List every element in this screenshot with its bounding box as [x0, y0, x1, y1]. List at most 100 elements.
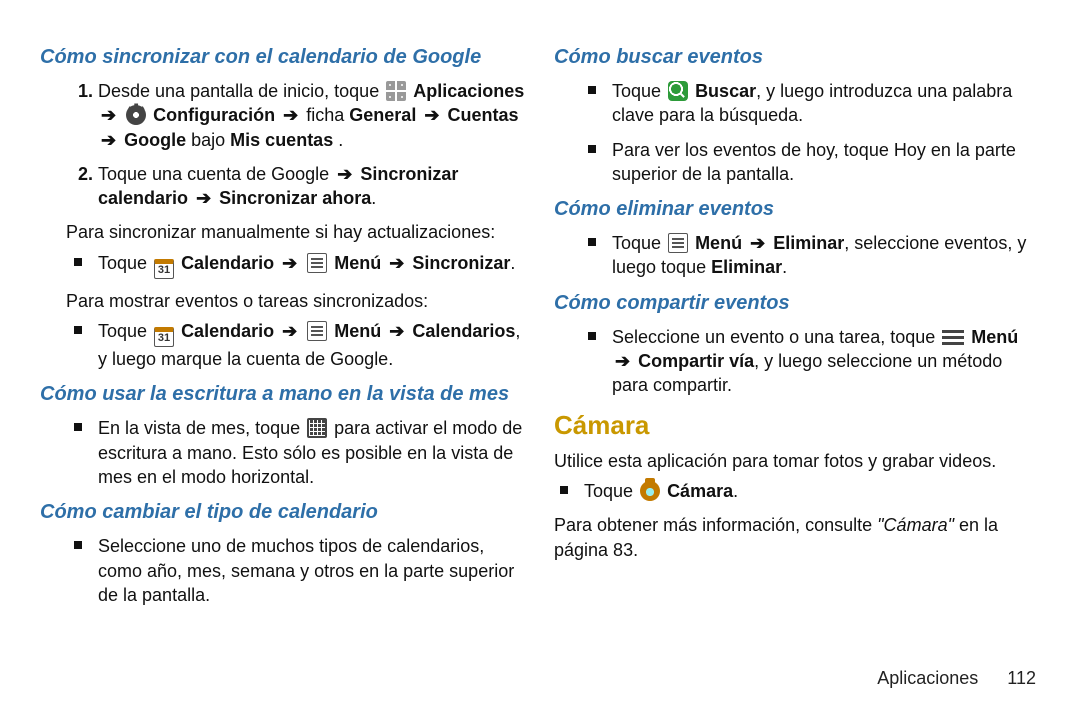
- label-menu: Menú: [334, 321, 381, 341]
- label-mis-cuentas: Mis cuentas: [230, 130, 333, 150]
- text: Para obtener más información, consulte: [554, 515, 877, 535]
- heading-sync-google: Cómo sincronizar con el calendario de Go…: [40, 44, 526, 71]
- label-google: Google: [124, 130, 186, 150]
- text: En la vista de mes, toque: [98, 418, 305, 438]
- arrow-icon: ➔: [421, 105, 442, 125]
- heading-change-calendar-type: Cómo cambiar el tipo de calendario: [40, 499, 526, 526]
- heading-search-events: Cómo buscar eventos: [554, 44, 1040, 71]
- paragraph-show-events: Para mostrar eventos o tareas sincroniza…: [66, 289, 526, 313]
- heading-share-events: Cómo compartir eventos: [554, 290, 1040, 317]
- text: bajo: [191, 130, 230, 150]
- calendar-icon: 31: [154, 327, 174, 347]
- menu-icon: [668, 233, 688, 253]
- label-cuentas: Cuentas: [447, 105, 518, 125]
- footer-page-number: 112: [1007, 668, 1036, 688]
- text: .: [371, 188, 376, 208]
- bullet-list: Toque Menú ➔ Eliminar, seleccione evento…: [554, 231, 1040, 280]
- bullet-list: Toque Buscar, y luego introduzca una pal…: [554, 79, 1040, 186]
- arrow-icon: ➔: [386, 253, 407, 273]
- label-sincronizar: Sincronizar: [412, 253, 510, 273]
- menu-icon: [307, 321, 327, 341]
- arrow-icon: ➔: [193, 188, 214, 208]
- text: Seleccione uno de muchos tipos de calend…: [98, 536, 514, 605]
- paragraph-manual-sync: Para sincronizar manualmente si hay actu…: [66, 220, 526, 244]
- label-calendario: Calendario: [181, 321, 274, 341]
- arrow-icon: ➔: [612, 351, 633, 371]
- numbered-steps: Desde una pantalla de inicio, toque Apli…: [40, 79, 526, 210]
- heading-camara: Cámara: [554, 408, 1040, 443]
- bullet-list: Toque Cámara.: [554, 479, 1040, 503]
- label-camara: Cámara: [667, 481, 733, 501]
- camera-icon: [640, 481, 660, 501]
- heading-delete-events: Cómo eliminar eventos: [554, 196, 1040, 223]
- list-item: Toque Buscar, y luego introduzca una pal…: [612, 79, 1040, 128]
- text: ficha: [306, 105, 349, 125]
- label-menu: Menú: [971, 327, 1018, 347]
- list-item: Seleccione uno de muchos tipos de calend…: [98, 534, 526, 607]
- text: Toque: [98, 321, 152, 341]
- arrow-icon: ➔: [386, 321, 407, 341]
- label-sync-now: Sincronizar ahora: [219, 188, 371, 208]
- bullet-list: En la vista de mes, toque para activar e…: [40, 416, 526, 489]
- label-eliminar: Eliminar: [773, 233, 844, 253]
- text: Desde una pantalla de inicio, toque: [98, 81, 384, 101]
- bullet-list: Toque 31 Calendario ➔ Menú ➔ Calendarios…: [40, 319, 526, 371]
- arrow-icon: ➔: [747, 233, 768, 253]
- list-item: Para ver los eventos de hoy, toque Hoy e…: [612, 138, 1040, 187]
- footer-section: Aplicaciones: [877, 668, 978, 688]
- right-column: Cómo buscar eventos Toque Buscar, y lueg…: [554, 40, 1040, 617]
- link-camara-page[interactable]: "Cámara": [877, 515, 954, 535]
- list-item: Toque 31 Calendario ➔ Menú ➔ Calendarios…: [98, 319, 526, 371]
- heading-handwriting: Cómo usar la escritura a mano en la vist…: [40, 381, 526, 408]
- arrow-icon: ➔: [334, 164, 355, 184]
- text: Para ver los eventos de hoy, toque Hoy e…: [612, 140, 1016, 184]
- text: .: [338, 130, 343, 150]
- label-eliminar: Eliminar: [711, 257, 782, 277]
- paragraph-camera-more: Para obtener más información, consulte "…: [554, 513, 1040, 562]
- list-item: Seleccione un evento o una tarea, toque …: [612, 325, 1040, 398]
- text: Toque: [612, 233, 666, 253]
- left-column: Cómo sincronizar con el calendario de Go…: [40, 40, 526, 617]
- gear-icon: [126, 105, 146, 125]
- label-buscar: Buscar: [695, 81, 756, 101]
- list-item: Toque Cámara.: [584, 479, 1040, 503]
- text: Toque: [584, 481, 638, 501]
- label-menu: Menú: [695, 233, 742, 253]
- label-compartir-via: Compartir vía: [638, 351, 754, 371]
- text: Toque una cuenta de Google: [98, 164, 334, 184]
- arrow-icon: ➔: [98, 130, 119, 150]
- label-general: General: [349, 105, 416, 125]
- arrow-icon: ➔: [98, 105, 119, 125]
- bullet-list: Seleccione uno de muchos tipos de calend…: [40, 534, 526, 607]
- label-menu: Menú: [334, 253, 381, 273]
- list-item: En la vista de mes, toque para activar e…: [98, 416, 526, 489]
- arrow-icon: ➔: [279, 253, 300, 273]
- menu-bars-icon: [942, 329, 964, 347]
- text: Seleccione un evento o una tarea, toque: [612, 327, 940, 347]
- text: Toque: [612, 81, 666, 101]
- page-footer: Aplicaciones 112: [877, 666, 1036, 690]
- arrow-icon: ➔: [280, 105, 301, 125]
- arrow-icon: ➔: [279, 321, 300, 341]
- bullet-list: Seleccione un evento o una tarea, toque …: [554, 325, 1040, 398]
- calendar-icon: 31: [154, 259, 174, 279]
- step-2: Toque una cuenta de Google ➔ Sincronizar…: [98, 162, 526, 211]
- handwriting-grid-icon: [307, 418, 327, 438]
- menu-icon: [307, 253, 327, 273]
- text: .: [510, 253, 515, 273]
- text: .: [782, 257, 787, 277]
- list-item: Toque Menú ➔ Eliminar, seleccione evento…: [612, 231, 1040, 280]
- label-configuracion: Configuración: [153, 105, 275, 125]
- list-item: Toque 31 Calendario ➔ Menú ➔ Sincronizar…: [98, 251, 526, 279]
- step-1: Desde una pantalla de inicio, toque Apli…: [98, 79, 526, 152]
- label-aplicaciones: Aplicaciones: [413, 81, 524, 101]
- text: Toque: [98, 253, 152, 273]
- text: .: [733, 481, 738, 501]
- paragraph-camera-desc: Utilice esta aplicación para tomar fotos…: [554, 449, 1040, 473]
- bullet-list: Toque 31 Calendario ➔ Menú ➔ Sincronizar…: [40, 251, 526, 279]
- label-calendarios: Calendarios: [412, 321, 515, 341]
- page-body: Cómo sincronizar con el calendario de Go…: [0, 0, 1080, 617]
- search-icon: [668, 81, 688, 101]
- label-calendario: Calendario: [181, 253, 274, 273]
- apps-grid-icon: [386, 81, 406, 101]
